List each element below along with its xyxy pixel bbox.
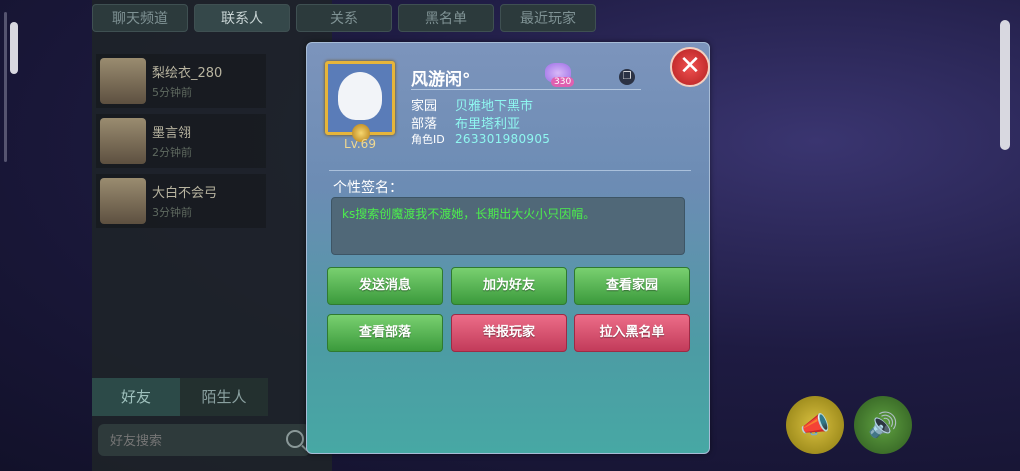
contact-name: 墨言翎: [152, 126, 192, 141]
megaphone-button[interactable]: 📣: [786, 396, 844, 454]
name-divider: [411, 89, 641, 90]
copy-icon[interactable]: ❐: [619, 69, 635, 85]
view-tribe-button[interactable]: 查看部落: [327, 314, 443, 352]
right-scrollbar[interactable]: [1000, 20, 1010, 150]
list-item[interactable]: 墨言翎 2分钟前: [96, 114, 266, 168]
left-scroll-track: [4, 12, 7, 162]
avatar: [100, 58, 146, 104]
blacklist-button[interactable]: 拉入黑名单: [574, 314, 690, 352]
contact-name: 大白不会弓: [152, 186, 218, 201]
signature-label: 个性签名：: [333, 180, 403, 196]
tab-blacklist[interactable]: 黑名单: [398, 4, 494, 32]
player-profile-dialog: ✕ Lv.69 风游闲° 330 ❐ 家园 贝雅地下黑市 部落 布里塔利亚 角色…: [306, 42, 710, 454]
search-icon[interactable]: [286, 430, 304, 448]
contact-status: 5分钟前: [152, 86, 192, 99]
friend-search-box: [98, 424, 310, 458]
contact-status: 3分钟前: [152, 206, 192, 219]
tab-friends[interactable]: 好友: [92, 378, 180, 416]
report-player-button[interactable]: 举报玩家: [451, 314, 567, 352]
player-name: 风游闲°: [411, 70, 471, 90]
signature-text: ks搜索创魔渡我不渡她，长期出大火小只因帽。: [331, 197, 685, 255]
megaphone-icon: 📣: [800, 411, 830, 439]
tab-recent-players[interactable]: 最近玩家: [500, 4, 596, 32]
left-scrollbar[interactable]: [10, 22, 18, 74]
contact-list: 梨绘衣_280 5分钟前 墨言翎 2分钟前 大白不会弓 3分钟前: [96, 54, 266, 234]
friend-type-tabs: 好友 陌生人: [92, 378, 268, 416]
home-value[interactable]: 贝雅地下黑市: [455, 95, 533, 114]
list-item[interactable]: 大白不会弓 3分钟前: [96, 174, 266, 228]
tribe-row: 部落 布里塔利亚: [411, 113, 520, 132]
contact-name: 梨绘衣_280: [152, 66, 223, 81]
tab-chat-channel[interactable]: 聊天频道: [92, 4, 188, 32]
tab-contacts[interactable]: 联系人: [194, 4, 290, 32]
friend-search-input[interactable]: [108, 424, 282, 458]
view-home-button[interactable]: 查看家园: [574, 267, 690, 305]
list-item[interactable]: 梨绘衣_280 5分钟前: [96, 54, 266, 108]
social-top-tabs: 聊天频道 联系人 关系 黑名单 最近玩家: [92, 4, 596, 34]
player-avatar[interactable]: [325, 61, 395, 142]
contact-status: 2分钟前: [152, 146, 192, 159]
add-friend-button[interactable]: 加为好友: [451, 267, 567, 305]
player-level: Lv.69: [344, 137, 376, 151]
avatar: [100, 118, 146, 164]
section-divider: [329, 170, 691, 171]
voice-button[interactable]: 🔊: [854, 396, 912, 454]
avatar: [100, 178, 146, 224]
voice-icon: 🔊: [868, 411, 898, 439]
avatar-portrait: [338, 72, 382, 120]
tab-relations[interactable]: 关系: [296, 4, 392, 32]
close-icon: ✕: [679, 51, 701, 81]
home-row: 家园 贝雅地下黑市: [411, 95, 533, 114]
send-message-button[interactable]: 发送消息: [327, 267, 443, 305]
tab-strangers[interactable]: 陌生人: [180, 378, 268, 416]
tribe-value[interactable]: 布里塔利亚: [455, 113, 520, 132]
charm-value: 330: [551, 77, 575, 87]
role-id-label: 角色ID: [411, 133, 445, 146]
role-id-value: 263301980905: [455, 132, 551, 146]
close-button[interactable]: ✕: [670, 47, 710, 87]
role-id-row: 角色ID 263301980905: [411, 131, 550, 147]
home-label: 家园: [411, 99, 438, 114]
tribe-label: 部落: [411, 117, 438, 132]
